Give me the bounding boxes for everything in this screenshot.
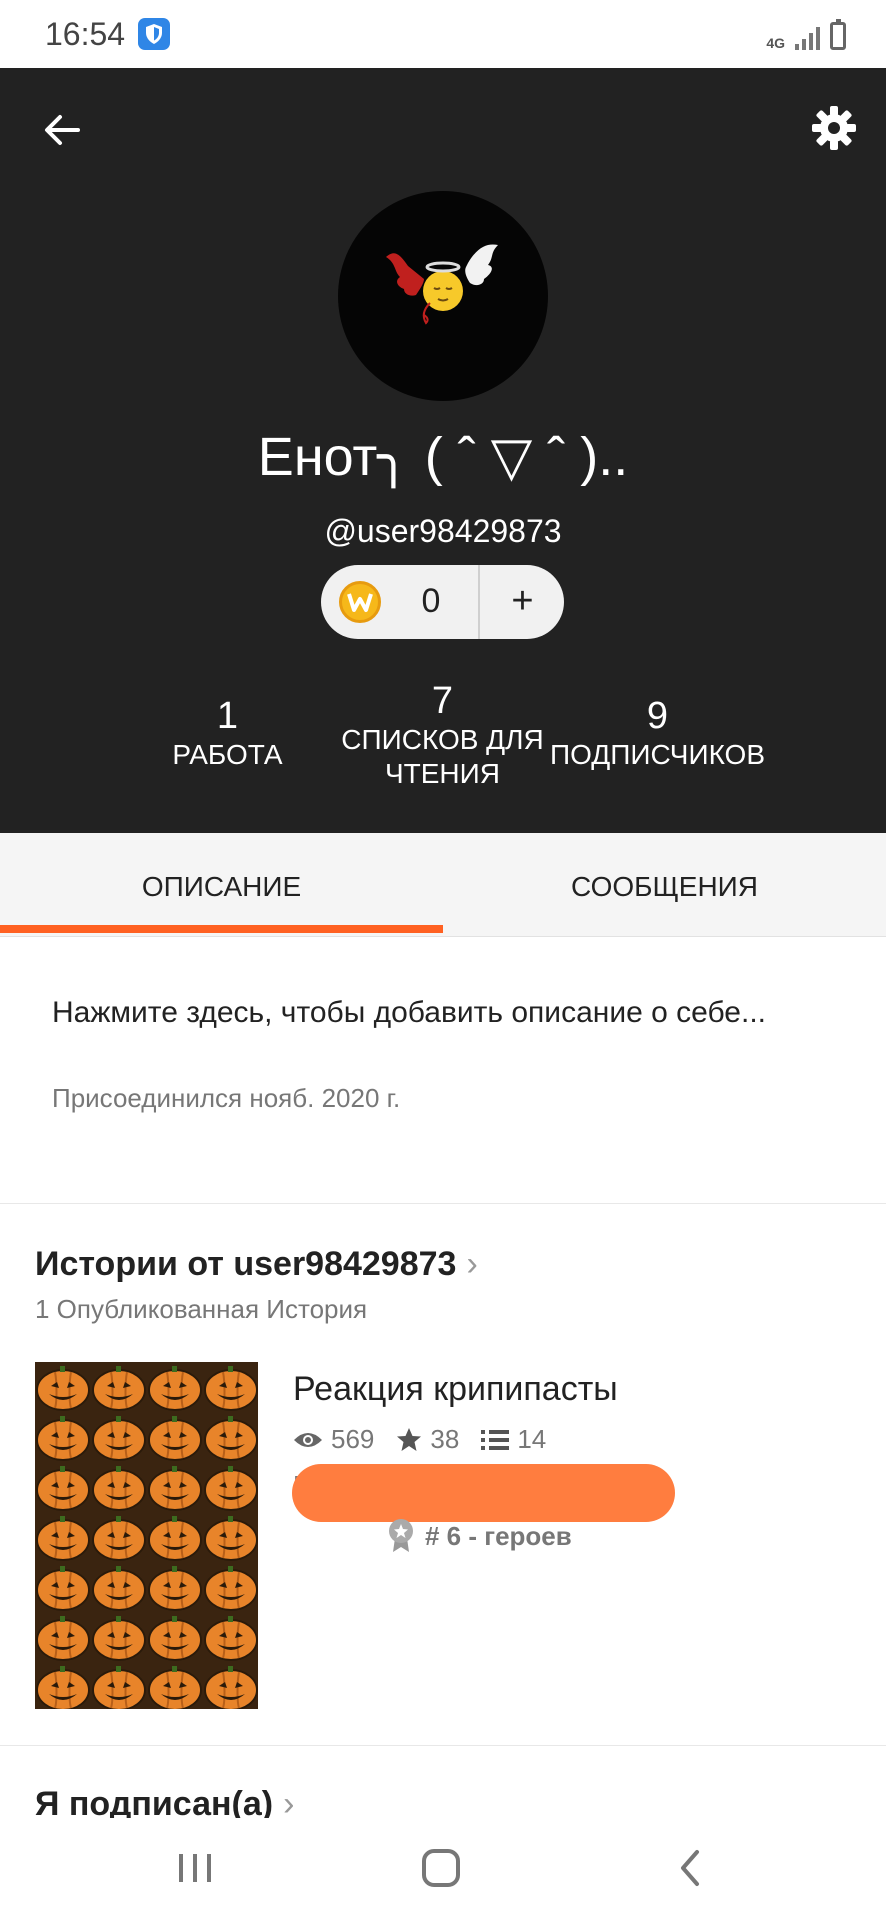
coin-icon — [339, 581, 381, 623]
story-rank[interactable]: # 6 - героев — [387, 1518, 572, 1554]
system-nav-bar — [0, 1818, 886, 1920]
stat-followers-value: 9 — [646, 695, 669, 737]
battery-icon — [830, 19, 846, 50]
pumpkin-pattern-image — [35, 1362, 258, 1709]
nav-back-icon[interactable] — [675, 1848, 705, 1888]
status-time: 16:54 — [45, 16, 126, 52]
stories-section-link[interactable]: Истории от user98429873 › — [35, 1245, 478, 1284]
avatar[interactable] — [338, 191, 548, 401]
tab-about[interactable]: ОПИСАНИЕ — [0, 833, 443, 937]
story-stats: 569 38 14 — [293, 1424, 558, 1455]
avatar-image — [386, 244, 498, 325]
stat-reading-lists-label: СПИСКОВ ДЛЯ ЧТЕНИЯ — [341, 724, 544, 789]
joined-date: Присоединился нояб. 2020 г. — [52, 1083, 401, 1113]
profile-header: Енот╮ ( ˆ ▽ ˆ ).. @user98429873 0 + 1 РА… — [0, 68, 886, 833]
gear-icon[interactable] — [810, 104, 858, 152]
eye-icon — [294, 1432, 322, 1447]
status-bar: 16:54 4G — [0, 0, 886, 68]
coins-widget: 0 + — [321, 565, 564, 639]
story-views: 569 — [293, 1424, 374, 1455]
add-coins-button[interactable]: + — [481, 565, 564, 639]
display-name: Енот╮ ( ˆ ▽ ˆ ).. — [257, 427, 629, 487]
section-divider — [0, 1745, 886, 1746]
star-icon — [397, 1427, 422, 1451]
tab-messages[interactable]: СООБЩЕНИЯ — [443, 833, 886, 937]
stat-works-label: РАБОТА — [172, 739, 283, 770]
profile-tabs: ОПИСАНИЕ СООБЩЕНИЯ — [0, 833, 886, 937]
stat-works-value: 1 — [216, 695, 239, 737]
story-votes: 38 — [396, 1424, 459, 1455]
story-title[interactable]: Реакция крипипасты — [293, 1370, 618, 1409]
coin-count: 0 — [421, 582, 441, 620]
stat-reading-lists-value: 7 — [431, 680, 454, 722]
stories-title: Истории от user98429873 — [35, 1245, 457, 1283]
recent-apps-icon[interactable] — [175, 1848, 215, 1888]
username: @user98429873 — [324, 513, 562, 549]
story-views-value: 569 — [331, 1424, 375, 1454]
network-type: 4G — [766, 35, 785, 51]
shield-icon — [138, 18, 170, 50]
stat-reading-lists[interactable]: 7 СПИСКОВ ДЛЯ ЧТЕНИЯ — [330, 680, 555, 791]
stat-followers-label: ПОДПИСЧИКОВ — [549, 739, 766, 770]
story-votes-value: 38 — [430, 1424, 460, 1454]
back-arrow-icon[interactable] — [40, 108, 84, 152]
stat-followers[interactable]: 9 ПОДПИСЧИКОВ — [545, 695, 770, 772]
story-rank-text: # 6 - героев — [425, 1520, 572, 1551]
active-tab-indicator — [0, 925, 443, 933]
story-parts-value: 14 — [517, 1424, 547, 1454]
story-parts: 14 — [481, 1424, 546, 1455]
add-description-prompt[interactable]: Нажмите здесь, чтобы добавить описание о… — [52, 990, 812, 1036]
chevron-right-icon: › — [466, 1245, 478, 1283]
list-icon — [481, 1429, 510, 1450]
redaction-mark — [292, 1464, 675, 1522]
status-indicators: 4G — [766, 18, 846, 50]
section-divider — [0, 1203, 886, 1204]
coin-divider — [478, 565, 480, 639]
story-cover[interactable] — [35, 1362, 258, 1709]
rank-badge-icon — [389, 1519, 413, 1552]
home-icon[interactable] — [420, 1847, 462, 1889]
stat-works[interactable]: 1 РАБОТА — [150, 695, 305, 772]
stories-count: 1 Опубликованная История — [35, 1294, 368, 1324]
signal-icon — [795, 26, 820, 50]
